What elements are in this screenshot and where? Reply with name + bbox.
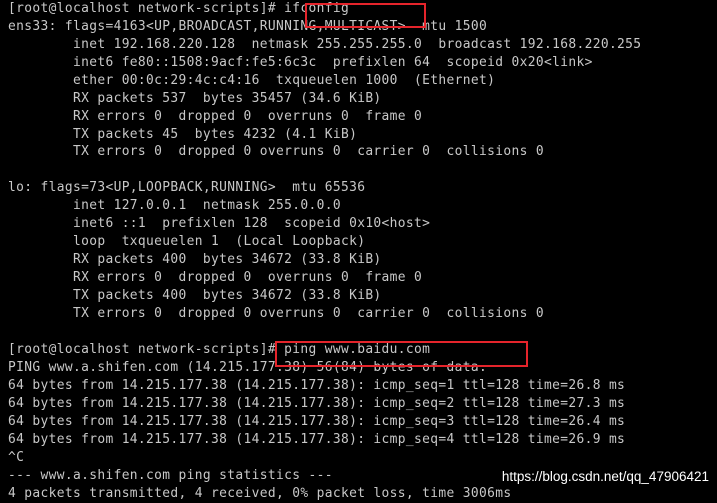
- command-line-ifconfig: [root@localhost network-scripts]# ifconf…: [8, 1, 350, 16]
- terminal-line: ^C: [8, 450, 25, 465]
- terminal-line: loop txqueuelen 1 (Local Loopback): [8, 234, 366, 249]
- terminal-line: inet 192.168.220.128 netmask 255.255.255…: [8, 37, 642, 52]
- watermark-url: https://blog.csdn.net/qq_47906421: [501, 469, 709, 484]
- terminal-line: TX errors 0 dropped 0 overruns 0 carrier…: [8, 306, 544, 321]
- terminal-line: --- www.a.shifen.com ping statistics ---: [8, 468, 333, 483]
- terminal-line: 64 bytes from 14.215.177.38 (14.215.177.…: [8, 378, 626, 393]
- terminal-line: 4 packets transmitted, 4 received, 0% pa…: [8, 486, 512, 501]
- terminal-line: TX errors 0 dropped 0 overruns 0 carrier…: [8, 144, 544, 159]
- terminal-line: inet 127.0.0.1 netmask 255.0.0.0: [8, 198, 341, 213]
- terminal-line: ether 00:0c:29:4c:c4:16 txqueuelen 1000 …: [8, 73, 496, 88]
- terminal-line: RX packets 400 bytes 34672 (33.8 KiB): [8, 252, 382, 267]
- terminal-line: 64 bytes from 14.215.177.38 (14.215.177.…: [8, 414, 626, 429]
- terminal-line: inet6 ::1 prefixlen 128 scopeid 0x10<hos…: [8, 216, 431, 231]
- ifconfig-highlight-box: [305, 3, 426, 28]
- terminal-line: RX packets 537 bytes 35457 (34.6 KiB): [8, 91, 382, 106]
- terminal-line: 64 bytes from 14.215.177.38 (14.215.177.…: [8, 432, 626, 447]
- terminal-line: TX packets 45 bytes 4232 (4.1 KiB): [8, 127, 358, 142]
- terminal-line: inet6 fe80::1508:9acf:fe5:6c3c prefixlen…: [8, 55, 593, 70]
- terminal-line: lo: flags=73<UP,LOOPBACK,RUNNING> mtu 65…: [8, 180, 366, 195]
- terminal-line: RX errors 0 dropped 0 overruns 0 frame 0: [8, 270, 423, 285]
- ping-highlight-box: [275, 341, 528, 367]
- terminal-line: 64 bytes from 14.215.177.38 (14.215.177.…: [8, 396, 626, 411]
- terminal-screen[interactable]: [root@localhost network-scripts]# ifconf…: [0, 0, 717, 501]
- terminal-line: TX packets 400 bytes 34672 (33.8 KiB): [8, 288, 382, 303]
- terminal-line: RX errors 0 dropped 0 overruns 0 frame 0: [8, 109, 423, 124]
